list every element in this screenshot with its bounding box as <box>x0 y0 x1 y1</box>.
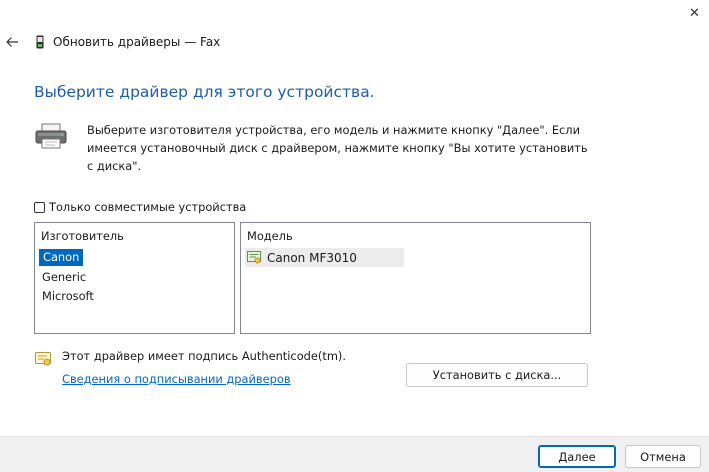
next-button[interactable]: Далее <box>538 445 616 468</box>
compatible-only-checkbox[interactable]: Только совместимые устройства <box>34 200 246 214</box>
have-disk-button[interactable]: Установить с диска... <box>406 363 588 387</box>
model-label: Canon MF3010 <box>267 250 357 265</box>
manufacturer-column-header: Изготовитель <box>41 229 124 243</box>
back-arrow-icon <box>6 37 18 47</box>
checkbox-box[interactable] <box>34 201 45 213</box>
certified-driver-icon <box>247 251 261 264</box>
cancel-button[interactable]: Отмена <box>625 445 701 468</box>
page-heading: Выберите драйвер для этого устройства. <box>34 83 375 101</box>
model-item-canon-mf3010[interactable]: Canon MF3010 <box>245 248 404 267</box>
signature-text: Этот драйвер имеет подпись Authenticode(… <box>62 349 346 363</box>
window-title: Обновить драйверы — Fax <box>53 35 221 49</box>
manufacturer-item-generic[interactable]: Generic <box>42 270 86 284</box>
fax-device-icon <box>36 35 44 49</box>
printer-icon <box>35 123 67 149</box>
model-column-header: Модель <box>247 229 293 243</box>
back-button[interactable] <box>2 32 22 52</box>
manufacturer-item-microsoft[interactable]: Microsoft <box>42 289 94 303</box>
instructions-text: Выберите изготовителя устройства, его мо… <box>87 123 588 173</box>
signed-certificate-icon <box>35 352 51 366</box>
manufacturer-item-canon[interactable]: Canon <box>39 249 84 266</box>
close-icon: ✕ <box>689 5 700 21</box>
manufacturer-list[interactable]: Изготовитель Canon Generic Microsoft <box>34 222 235 334</box>
model-list[interactable]: Модель Canon MF3010 <box>240 222 591 334</box>
close-button[interactable]: ✕ <box>680 0 709 26</box>
compatible-only-label: Только совместимые устройства <box>49 200 247 214</box>
driver-signing-link[interactable]: Сведения о подписывании драйверов <box>62 372 291 386</box>
